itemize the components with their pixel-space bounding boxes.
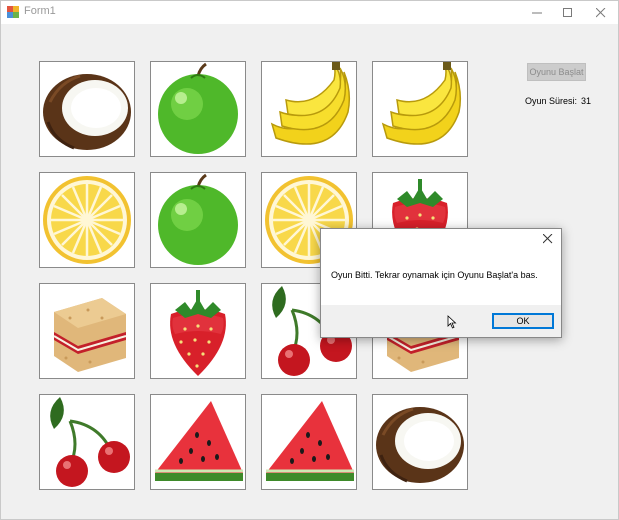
close-button[interactable] [584, 1, 618, 24]
close-icon [542, 233, 553, 244]
start-game-button[interactable]: Oyunu Başlat [527, 63, 586, 81]
card-strawberry[interactable] [150, 283, 246, 379]
card-banana[interactable] [261, 61, 357, 157]
watermelon-icon [266, 401, 354, 481]
card-green-apple[interactable] [150, 61, 246, 157]
card-lemon[interactable] [39, 172, 135, 268]
card-cherry[interactable] [39, 394, 135, 490]
cherry-icon [50, 397, 130, 487]
card-watermelon[interactable] [150, 394, 246, 490]
app-icon [7, 6, 19, 18]
dialog-close-button[interactable] [541, 233, 555, 247]
maximize-button[interactable] [551, 1, 585, 24]
coconut-icon [43, 74, 131, 150]
game-time-value: 31 [581, 96, 592, 106]
game-time-label: Oyun Süresi: [525, 96, 578, 106]
card-coconut[interactable] [372, 394, 468, 490]
banana-icon [270, 62, 351, 145]
card-coconut[interactable] [39, 61, 135, 157]
window-title: Form1 [24, 5, 56, 17]
banana-icon [381, 62, 462, 145]
card-cake[interactable] [39, 283, 135, 379]
minimize-icon [532, 12, 542, 13]
lemon-icon [43, 176, 131, 264]
card-banana[interactable] [372, 61, 468, 157]
green-apple-icon [158, 173, 238, 265]
card-watermelon[interactable] [261, 394, 357, 490]
ok-button[interactable]: OK [492, 313, 554, 329]
dialog-message: Oyun Bitti. Tekrar oynamak için Oyunu Ba… [331, 270, 538, 280]
close-icon [596, 7, 606, 17]
cake-icon [53, 298, 127, 372]
message-box: Oyun Bitti. Tekrar oynamak için Oyunu Ba… [320, 228, 562, 338]
card-green-apple[interactable] [150, 172, 246, 268]
minimize-button[interactable] [520, 1, 554, 24]
title-bar: Form1 [1, 1, 618, 24]
maximize-icon [563, 7, 572, 17]
coconut-icon [376, 407, 464, 483]
mouse-cursor-icon [447, 315, 457, 329]
green-apple-icon [158, 62, 238, 154]
main-window: Form1 Oyunu Başlat Oyun Süresi: 31 Oyun … [0, 0, 619, 520]
strawberry-icon [170, 290, 226, 376]
watermelon-icon [155, 401, 243, 481]
dialog-footer: OK [321, 305, 561, 337]
